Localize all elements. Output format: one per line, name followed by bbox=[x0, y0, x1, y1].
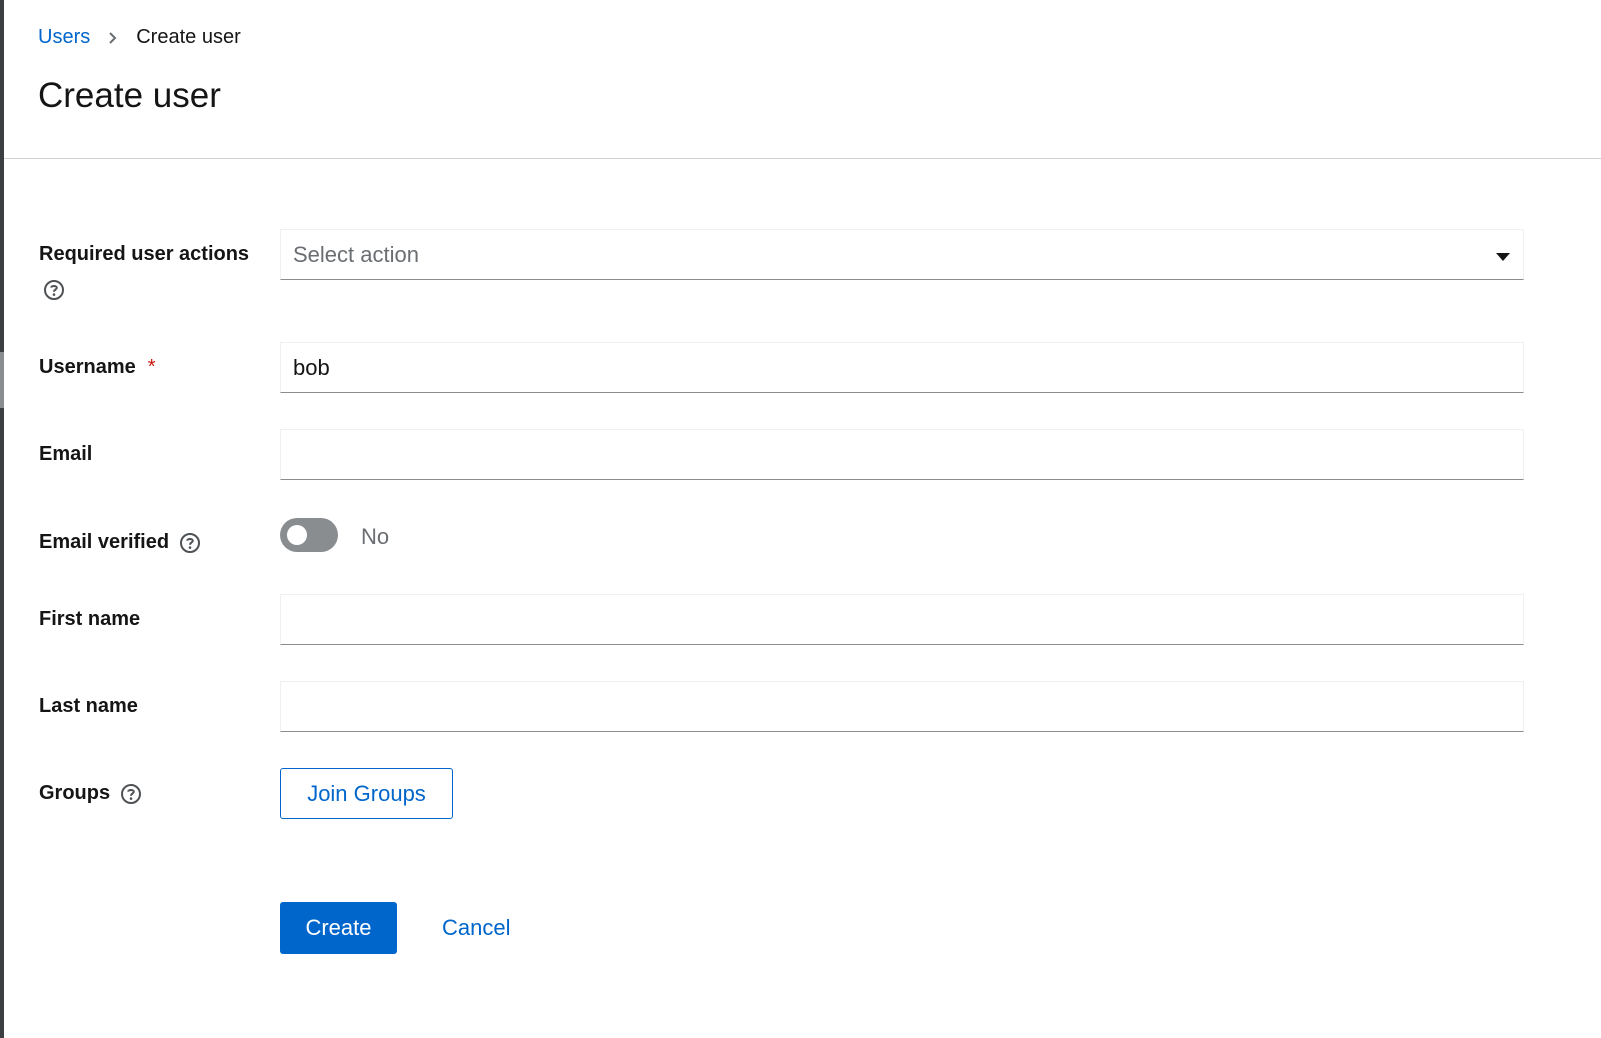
form-row-groups: Groups Join Groups bbox=[39, 768, 1529, 820]
breadcrumb: Users Create user bbox=[38, 26, 241, 49]
username-label-text: Username bbox=[39, 356, 136, 378]
help-circle-icon[interactable] bbox=[179, 532, 201, 554]
email-verified-label: Email verified bbox=[39, 531, 201, 554]
first-name-input[interactable] bbox=[280, 594, 1524, 645]
required-actions-select[interactable]: Select action bbox=[280, 229, 1524, 280]
email-input[interactable] bbox=[280, 429, 1524, 480]
page-title: Create user bbox=[38, 76, 221, 115]
help-circle-icon[interactable] bbox=[120, 783, 142, 805]
help-circle-icon[interactable] bbox=[43, 279, 65, 301]
left-edge-scroll-indicator bbox=[0, 352, 4, 408]
first-name-label: First name bbox=[39, 608, 141, 630]
groups-label-text: Groups bbox=[39, 782, 111, 804]
form-row-required-actions: Required user actions Select action bbox=[39, 229, 1529, 309]
required-actions-placeholder: Select action bbox=[293, 241, 419, 267]
email-label: Email bbox=[39, 443, 93, 465]
last-name-input[interactable] bbox=[280, 681, 1524, 732]
cancel-button[interactable]: Cancel bbox=[430, 902, 522, 954]
email-verified-label-text: Email verified bbox=[39, 531, 170, 553]
chevron-right-icon bbox=[108, 31, 118, 45]
form-row-first-name: First name bbox=[39, 594, 1529, 645]
create-button[interactable]: Create bbox=[280, 902, 397, 954]
required-actions-label: Required user actions bbox=[39, 243, 250, 265]
caret-down-icon bbox=[1495, 242, 1511, 268]
form-row-last-name: Last name bbox=[39, 681, 1529, 732]
form-row-username: Username * bbox=[39, 342, 1529, 393]
username-input[interactable] bbox=[280, 342, 1524, 393]
breadcrumb-current: Create user bbox=[136, 26, 241, 48]
email-verified-state-text: No bbox=[361, 524, 390, 549]
form-row-email: Email bbox=[39, 429, 1529, 480]
groups-label: Groups bbox=[39, 782, 142, 805]
required-asterisk: * bbox=[147, 356, 156, 378]
breadcrumb-link-users[interactable]: Users bbox=[38, 26, 90, 49]
form-row-email-verified: Email verified No bbox=[39, 518, 1529, 554]
join-groups-button[interactable]: Join Groups bbox=[280, 768, 453, 819]
email-verified-toggle[interactable] bbox=[280, 518, 338, 552]
username-label: Username * bbox=[39, 356, 156, 379]
last-name-label: Last name bbox=[39, 695, 138, 717]
page-header: Users Create user Create user bbox=[4, 0, 1601, 159]
toggle-knob bbox=[287, 525, 307, 545]
